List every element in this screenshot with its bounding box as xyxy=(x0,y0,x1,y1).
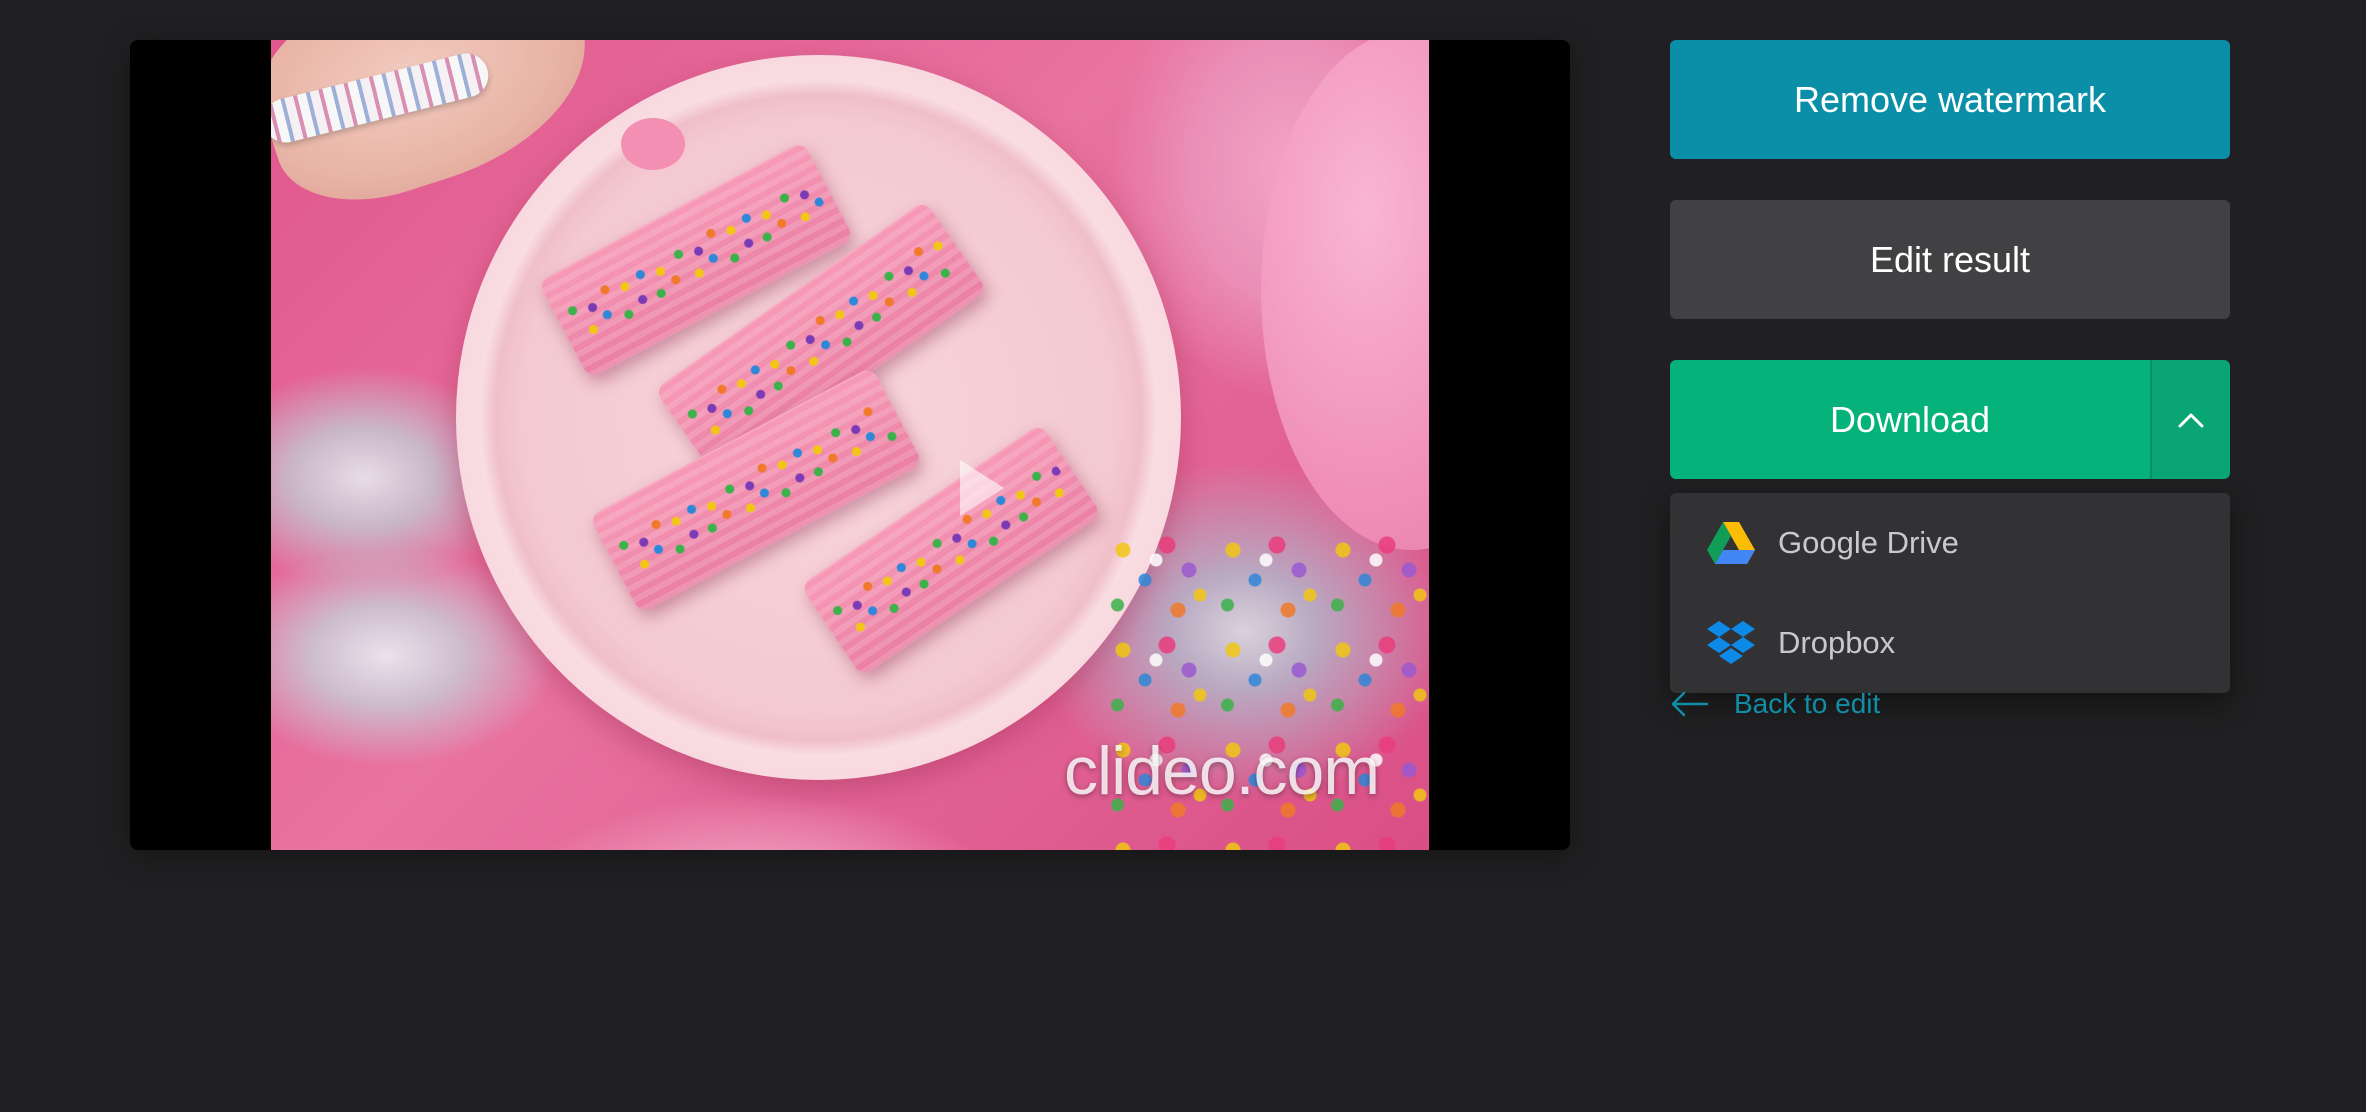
download-options-toggle[interactable] xyxy=(2150,360,2230,479)
menu-item-dropbox[interactable]: Dropbox xyxy=(1670,593,2230,693)
google-drive-icon xyxy=(1706,518,1756,568)
menu-item-label: Dropbox xyxy=(1778,625,1896,660)
nail-image-detail xyxy=(621,118,685,170)
clideo-watermark: clideo.com xyxy=(1063,733,1380,809)
arrow-left-icon xyxy=(1671,691,1709,717)
download-destination-menu: Google Drive Dropbox xyxy=(1670,493,2230,693)
chevron-up-icon xyxy=(2178,413,2204,427)
video-frame: clideo.com xyxy=(271,40,1429,850)
result-page: clideo.com Remove watermark Edit result … xyxy=(0,0,2366,1112)
video-player[interactable]: clideo.com xyxy=(130,40,1570,850)
play-icon[interactable] xyxy=(960,460,1004,516)
download-button[interactable]: Download xyxy=(1670,360,2150,479)
balloon-image-detail xyxy=(1261,40,1429,550)
remove-watermark-button[interactable]: Remove watermark xyxy=(1670,40,2230,159)
edit-result-button[interactable]: Edit result xyxy=(1670,200,2230,319)
menu-item-label: Google Drive xyxy=(1778,525,1959,560)
plate-image-detail xyxy=(456,55,1181,780)
menu-item-google-drive[interactable]: Google Drive xyxy=(1670,493,2230,593)
dropbox-icon xyxy=(1706,618,1756,668)
back-to-edit-label: Back to edit xyxy=(1734,688,1881,719)
action-panel: Remove watermark Edit result Download Go… xyxy=(1670,40,2230,719)
back-to-edit-link[interactable]: Back to edit xyxy=(1670,688,1880,720)
download-button-group: Download xyxy=(1670,360,2230,479)
